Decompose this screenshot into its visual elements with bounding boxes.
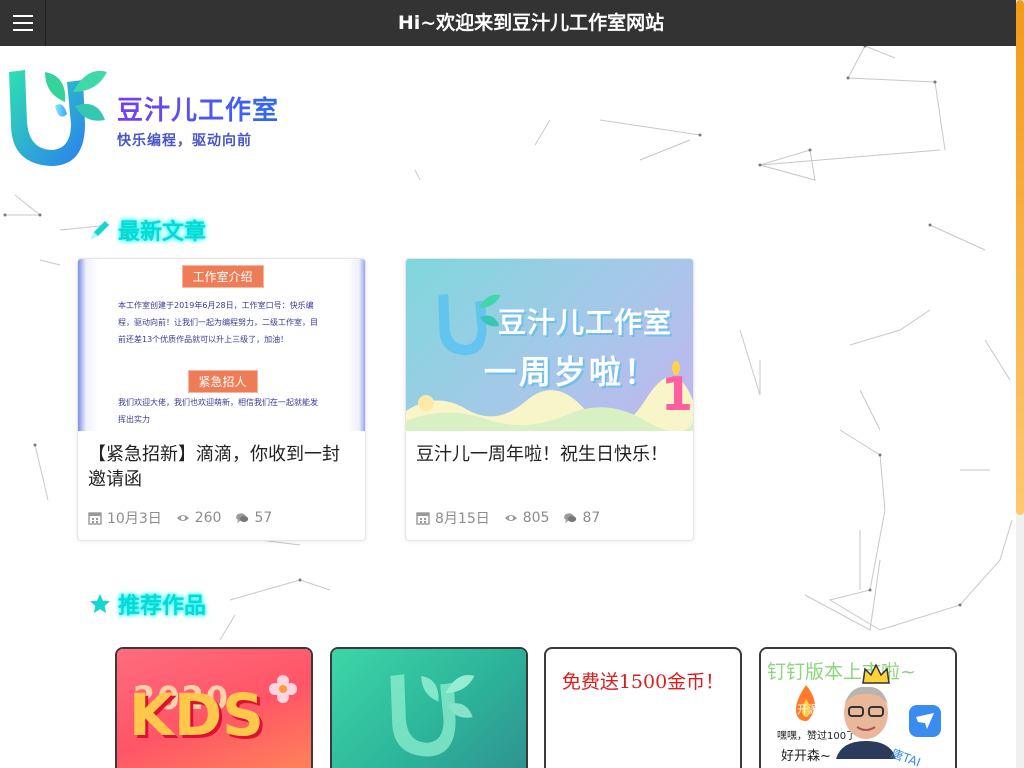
candle-number: 1 xyxy=(661,367,694,421)
article-title[interactable]: 【紧急招新】滴滴，你收到一封邀请函 xyxy=(88,442,353,492)
work-opensource-badge: 开源 xyxy=(797,703,819,716)
article-thumbnail: 豆汁儿工作室 一周岁啦！ 1 xyxy=(406,259,694,431)
work-card[interactable]: 2020 KDS xyxy=(115,647,313,768)
work-thumbnail xyxy=(332,649,526,768)
notice-text-recruit: 我们欢迎大佬，我们也欢迎萌新，相信我们在一起就能发挥出实力 xyxy=(118,398,318,424)
anniversary-studio-name: 豆汁儿工作室 xyxy=(498,306,673,339)
studio-logo-mark-icon xyxy=(390,674,475,757)
work-note-happy: 好开森~ xyxy=(781,749,831,764)
article-title[interactable]: 豆汁儿一周年啦！祝生日快乐！ xyxy=(416,442,681,467)
calendar-icon xyxy=(88,512,102,525)
article-meta: 8月15日 805 87 xyxy=(416,508,600,528)
recommended-works-heading: 推荐作品 xyxy=(88,588,206,620)
article-date-text: 10月3日 xyxy=(107,511,162,527)
article-card[interactable]: 工作室介绍 本工作室创建于2019年6月28日，工作室口号：快乐编程，驱动向前！… xyxy=(77,258,366,541)
work-thumbnail: 钉钉版本上市啦~ 开源 嘿嘿，赞过100了 好开森~ 唐TAI xyxy=(761,649,955,768)
article-views: 805 xyxy=(504,510,550,526)
comments-icon xyxy=(236,513,249,523)
article-comments: 87 xyxy=(563,510,600,526)
article-comments-count: 57 xyxy=(254,510,273,526)
studio-slogan: 快乐编程，驱动向前 xyxy=(117,133,252,149)
work-card[interactable]: 免费送1500金币！ xyxy=(544,647,742,768)
hamburger-menu-icon[interactable] xyxy=(0,0,46,46)
work-thumbnail: 2020 KDS xyxy=(117,649,311,768)
notice-tag-intro: 工作室介绍 xyxy=(181,265,264,288)
latest-articles-title: 最新文章 xyxy=(118,220,207,245)
work-coin-offer-text: 免费送1500金币！ xyxy=(561,671,725,693)
calendar-icon xyxy=(416,512,430,525)
work-card[interactable]: 钉钉版本上市啦~ 开源 嘿嘿，赞过100了 好开森~ 唐TAI xyxy=(759,647,957,768)
studio-logo-mark-icon xyxy=(9,70,107,166)
portrait-avatar xyxy=(836,686,896,759)
page-scrollbar[interactable] xyxy=(1016,0,1024,768)
recommended-works-title: 推荐作品 xyxy=(118,594,207,619)
article-comments-count: 87 xyxy=(582,510,601,526)
article-views-count: 805 xyxy=(522,510,550,526)
article-card[interactable]: 豆汁儿工作室 一周岁啦！ 1 豆汁儿一周年啦！祝生日快乐！ 8月15日 805 … xyxy=(405,258,694,541)
studio-logo[interactable]: 豆汁儿工作室 快乐编程，驱动向前 xyxy=(5,62,305,172)
article-date-text: 8月15日 xyxy=(435,511,490,527)
article-comments: 57 xyxy=(235,510,272,526)
wave-decoration xyxy=(406,376,693,431)
article-date: 8月15日 xyxy=(416,508,490,528)
scrollbar-thumb[interactable] xyxy=(1016,0,1024,515)
site-welcome-title: Hi~欢迎来到豆汁儿工作室网站 xyxy=(397,12,665,34)
dingtalk-icon xyxy=(909,705,941,737)
latest-articles-heading: 最新文章 xyxy=(88,214,206,246)
studio-name: 豆汁儿工作室 xyxy=(117,90,279,127)
work-tag: 唐TAI xyxy=(889,746,923,768)
eye-icon xyxy=(176,515,189,521)
top-navigation-bar: Hi~欢迎来到豆汁儿工作室网站 xyxy=(0,0,1016,46)
work-card[interactable] xyxy=(330,647,528,768)
article-thumbnail: 工作室介绍 本工作室创建于2019年6月28日，工作室口号：快乐编程，驱动向前！… xyxy=(78,259,365,431)
article-meta: 10月3日 260 57 xyxy=(88,508,272,528)
comments-icon xyxy=(564,513,577,523)
pencil-icon xyxy=(91,221,109,239)
flower-decoration-icon xyxy=(269,675,297,703)
article-date: 10月3日 xyxy=(88,508,162,528)
candle-flame-icon xyxy=(672,361,680,375)
work-letters: KDS xyxy=(129,681,264,749)
eye-icon xyxy=(504,515,517,521)
article-views: 260 xyxy=(176,510,222,526)
article-views-count: 260 xyxy=(194,510,222,526)
notice-tag-recruit: 紧急招人 xyxy=(187,370,258,393)
notice-text-intro: 本工作室创建于2019年6月28日，工作室口号：快乐编程，驱动向前！让我们一起为… xyxy=(118,301,318,344)
star-icon xyxy=(90,594,110,613)
